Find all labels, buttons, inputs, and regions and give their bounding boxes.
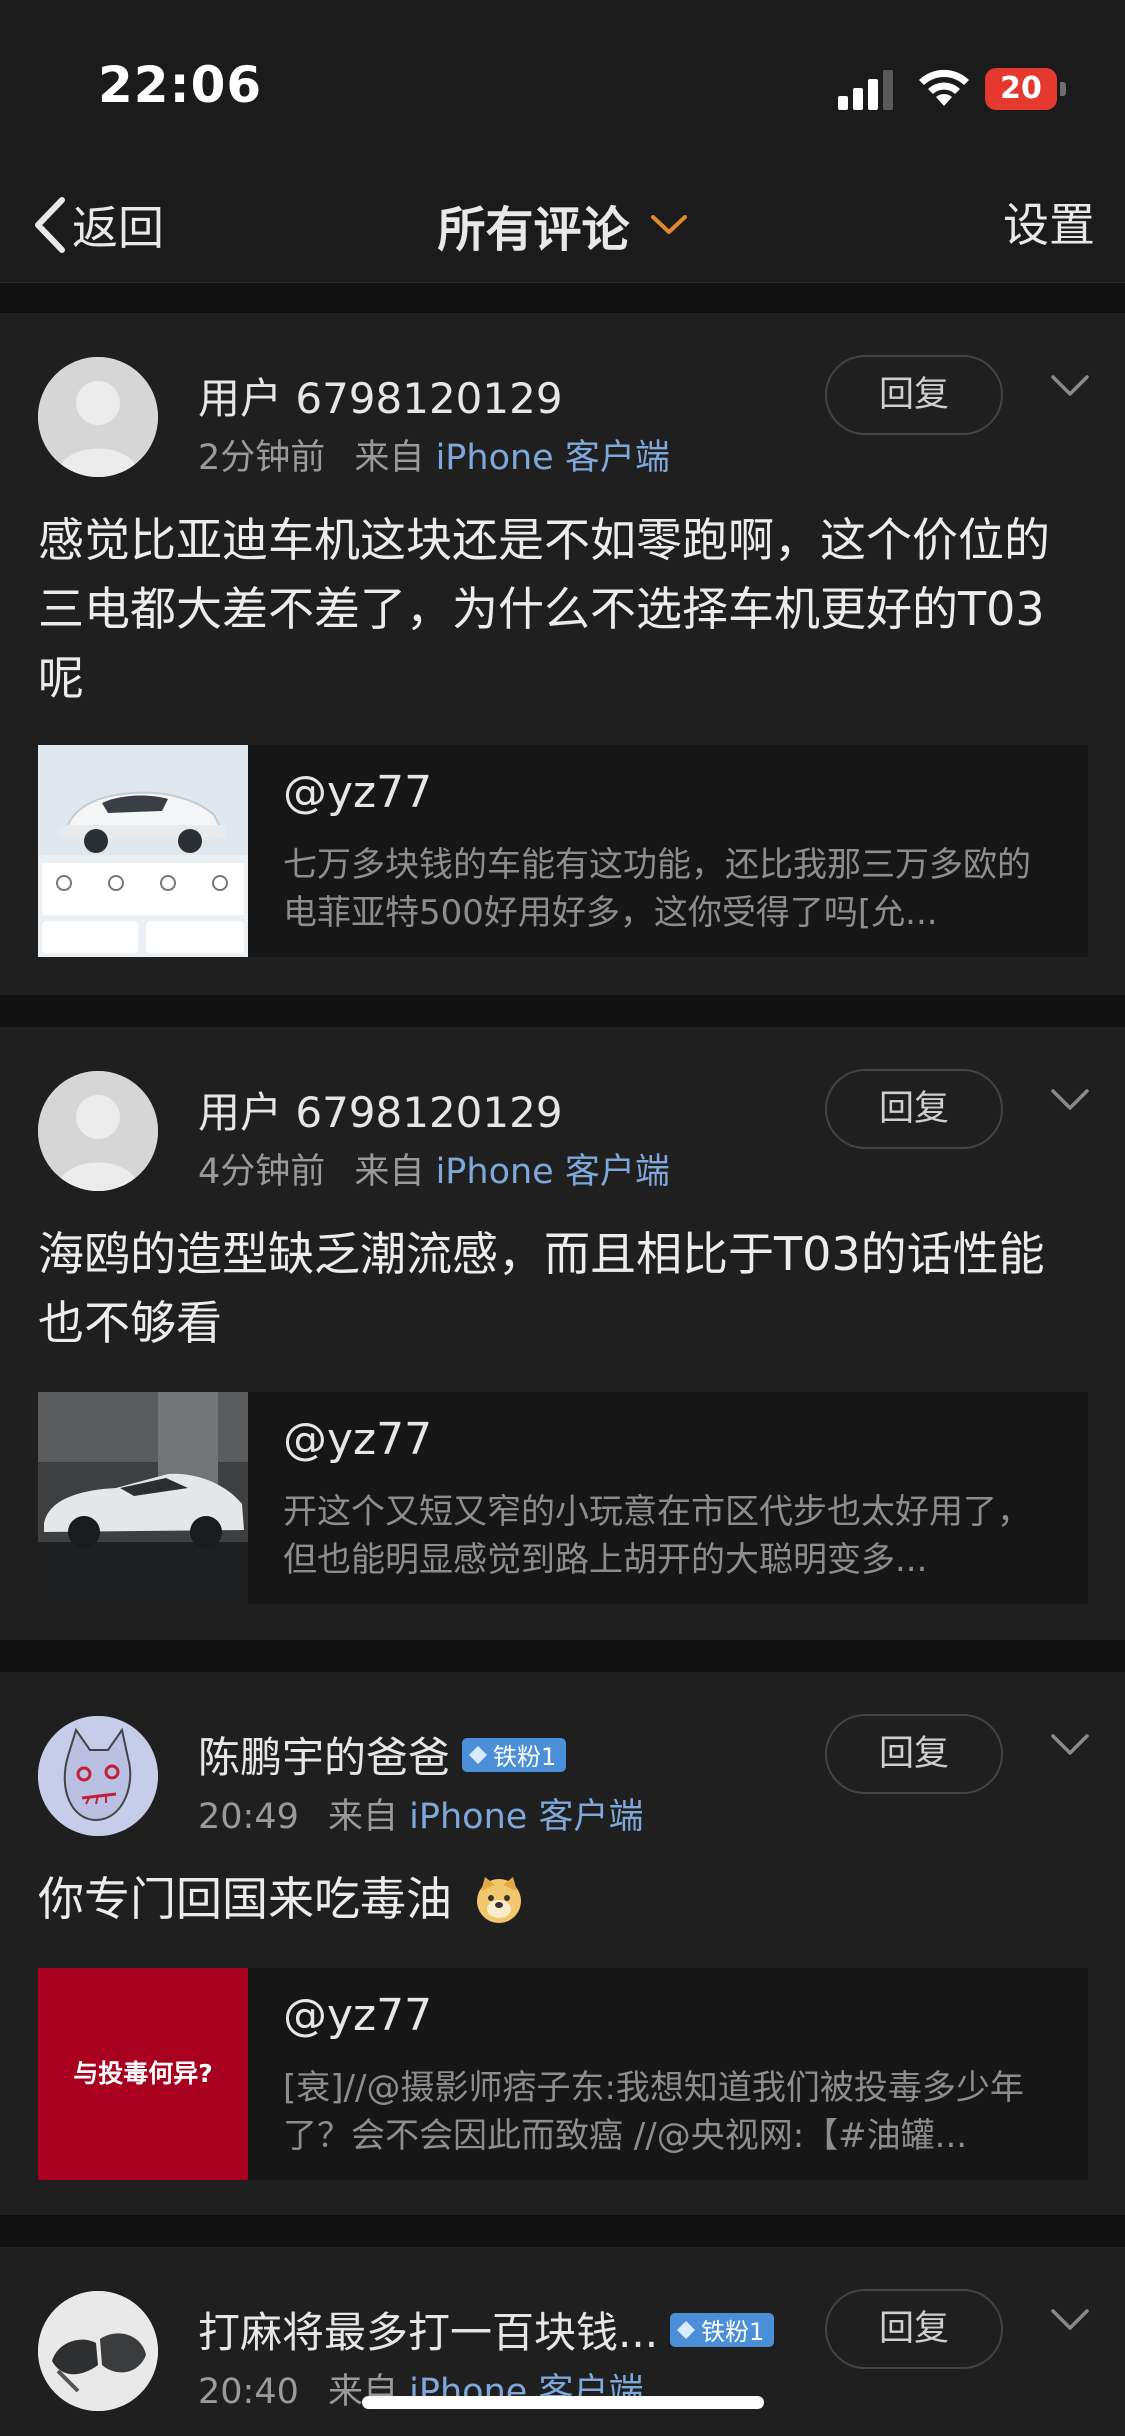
status-time: 22:06	[98, 56, 263, 114]
comment-time: 2分钟前	[198, 438, 326, 478]
source-prefix: 来自	[328, 1797, 399, 1837]
quote-thumbnail-text: 与投毒何异?	[73, 2059, 213, 2088]
comment-text: 感觉比亚迪车机这块还是不如零跑啊，这个价位的三电都大差不差了，为什么不选择车机更…	[38, 513, 1050, 705]
reply-button[interactable]: 回复	[825, 1714, 1003, 1794]
quote-author: @yz77	[283, 767, 433, 818]
comment-username[interactable]: 打麻将最多打一百块钱... 铁粉1	[198, 2299, 775, 2360]
diamond-icon	[677, 2320, 696, 2339]
comment-time: 4分钟前	[198, 1152, 326, 1192]
avatar[interactable]	[38, 1716, 158, 1836]
default-avatar-icon	[38, 1071, 158, 1191]
navigation-bar: 返回 所有评论 设置	[0, 170, 1125, 283]
home-indicator[interactable]	[362, 2396, 764, 2409]
avatar[interactable]	[38, 357, 158, 477]
more-chevron-icon[interactable]	[1050, 373, 1090, 399]
comment-time: 20:49	[198, 1797, 299, 1837]
fan-badge: 铁粉1	[462, 1737, 567, 1772]
diamond-icon	[469, 1745, 488, 1764]
car-app-screenshot-image	[38, 745, 248, 957]
more-chevron-icon[interactable]	[1050, 2307, 1090, 2333]
car-garage-photo-image	[38, 1392, 248, 1604]
reply-button[interactable]: 回复	[825, 355, 1003, 435]
avatar[interactable]	[38, 1071, 158, 1191]
quote-text: 开这个又短又窄的小玩意在市区代步也太好用了，但也能明显感觉到路上胡开的大聪明变多…	[283, 1492, 1031, 1580]
comment-card: 用户 6798120129 2分钟前 来自 iPhone 客户端 回复 感觉比亚…	[0, 313, 1125, 995]
comment-meta: 2分钟前 来自 iPhone 客户端	[198, 429, 670, 480]
comment-text: 你专门回国来吃毒油	[38, 1865, 1088, 1934]
quoted-post[interactable]: @yz77 七万多块钱的车能有这功能，还比我那三万多欧的电菲亚特500好用好多，…	[38, 745, 1088, 957]
comment-username[interactable]: 用户 6798120129	[198, 1079, 563, 1140]
source-prefix: 来自	[354, 1152, 425, 1192]
comment-card: 陈鹏宇的爸爸 铁粉1 20:49 来自 iPhone 客户端 回复 你专门回国来…	[0, 1672, 1125, 2215]
default-avatar-icon	[38, 357, 158, 477]
fan-badge: 铁粉1	[670, 2312, 775, 2347]
quote-text: [衰]//@摄影师痞子东:我想知道我们被投毒多少年了？会不会因此而致癌 //@央…	[283, 2068, 1024, 2156]
quote-thumbnail	[38, 1392, 248, 1604]
more-chevron-icon[interactable]	[1050, 1732, 1090, 1758]
wifi-icon	[919, 69, 969, 106]
comment-text: 海鸥的造型缺乏潮流感，而且相比于T03的话性能也不够看	[38, 1227, 1045, 1350]
chevron-down-icon	[650, 215, 687, 234]
quoted-post[interactable]: 与投毒何异? @yz77 [衰]//@摄影师痞子东:我想知道我们被投毒多少年了？…	[38, 1968, 1088, 2180]
source-prefix: 来自	[354, 438, 425, 478]
cartoon-avatar-icon	[38, 1716, 158, 1836]
battery-icon: 20	[985, 68, 1067, 110]
comment-username[interactable]: 用户 6798120129	[198, 365, 563, 426]
more-chevron-icon[interactable]	[1050, 1087, 1090, 1113]
reply-button[interactable]: 回复	[825, 1069, 1003, 1149]
comment-source: iPhone 客户端	[409, 1797, 644, 1837]
filter-dropdown[interactable]: 所有评论	[0, 190, 1125, 260]
quote-text: 七万多块钱的车能有这功能，还比我那三万多欧的电菲亚特500好用好多，这你受得了吗…	[283, 845, 1031, 933]
cellular-signal-icon	[838, 70, 893, 110]
avatar[interactable]	[38, 2291, 158, 2411]
quote-author: @yz77	[283, 1414, 433, 1465]
comment-card: 用户 6798120129 4分钟前 来自 iPhone 客户端 回复 海鸥的造…	[0, 1027, 1125, 1640]
comment-source: iPhone 客户端	[435, 1152, 670, 1192]
status-bar: 22:06 20	[0, 0, 1125, 170]
quoted-post[interactable]: @yz77 开这个又短又窄的小玩意在市区代步也太好用了，但也能明显感觉到路上胡开…	[38, 1392, 1088, 1604]
shoes-photo-avatar-icon	[38, 2291, 158, 2411]
reply-button[interactable]: 回复	[825, 2289, 1003, 2369]
page-title: 所有评论	[437, 202, 630, 258]
comment-source: iPhone 客户端	[435, 438, 670, 478]
battery-level: 20	[1000, 71, 1042, 106]
quote-thumbnail	[38, 745, 248, 957]
comment-meta: 4分钟前 来自 iPhone 客户端	[198, 1143, 670, 1194]
comment-username[interactable]: 陈鹏宇的爸爸 铁粉1	[198, 1724, 567, 1785]
quote-author: @yz77	[283, 1990, 433, 2041]
settings-button[interactable]: 设置	[1003, 190, 1095, 260]
doge-emoji-icon	[476, 1877, 521, 1923]
quote-thumbnail: 与投毒何异?	[38, 1968, 248, 2180]
comment-meta: 20:49 来自 iPhone 客户端	[198, 1788, 643, 1839]
comment-time: 20:40	[198, 2372, 299, 2412]
